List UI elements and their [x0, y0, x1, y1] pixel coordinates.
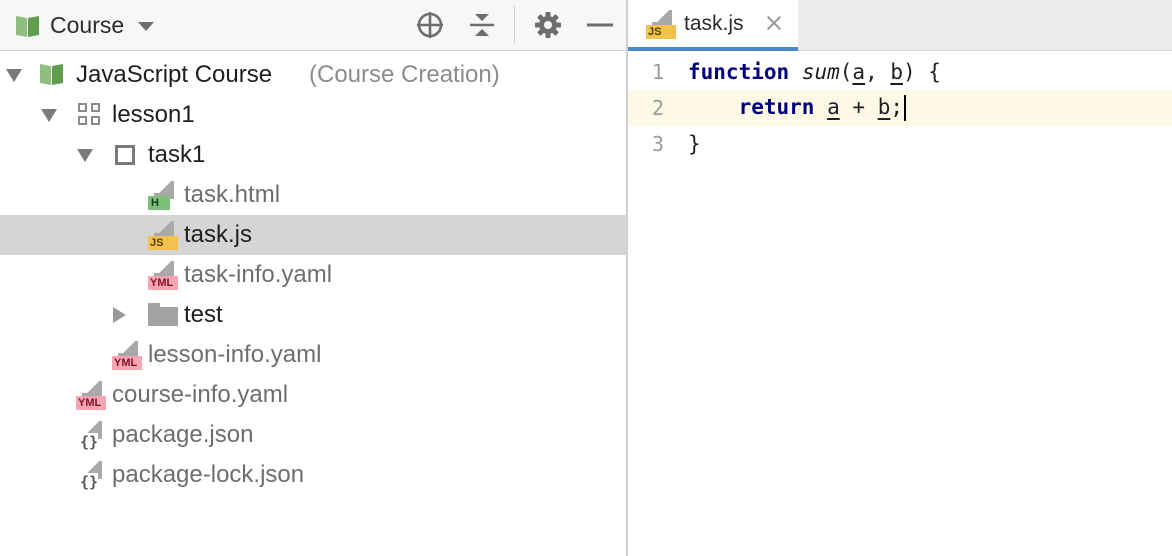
tree-node-task-js[interactable]: JS task.js: [0, 215, 626, 255]
js-file-icon: JS: [646, 10, 678, 40]
tree-node-lesson1[interactable]: lesson1: [0, 95, 626, 135]
text-cursor: [904, 95, 906, 121]
gear-icon: [535, 12, 561, 38]
tab-label: task.js: [684, 12, 744, 35]
expand-arrow-icon[interactable]: [113, 307, 126, 323]
expand-arrow-icon[interactable]: [41, 109, 57, 122]
tab-task-js[interactable]: JS task.js: [628, 0, 798, 51]
tree-node-task-html[interactable]: H task.html: [0, 175, 626, 215]
expand-arrow-icon[interactable]: [77, 149, 93, 162]
file-label: lesson-info.yaml: [148, 341, 322, 368]
json-file-icon: {}: [76, 461, 108, 491]
chevron-down-icon: [138, 22, 155, 31]
line-number: 2: [651, 96, 664, 120]
collapse-all-button[interactable]: [465, 8, 499, 42]
collapse-all-icon: [470, 14, 494, 36]
json-file-icon: {}: [76, 421, 108, 451]
close-icon[interactable]: [764, 12, 784, 34]
tree-node-task1[interactable]: task1: [0, 135, 626, 175]
tree-node-course[interactable]: JavaScript Course (Course Creation): [0, 55, 626, 95]
yaml-file-icon: YML: [112, 341, 144, 371]
file-label: package-lock.json: [112, 461, 305, 488]
hide-panel-button[interactable]: [583, 8, 617, 42]
code-line: 1 function sum(a, b) {: [628, 54, 1172, 90]
lesson-node-label: lesson1: [112, 101, 195, 128]
tree-node-course-info-yaml[interactable]: YML course-info.yaml: [0, 375, 626, 415]
line-number: 3: [651, 132, 664, 156]
file-label: task.html: [184, 181, 281, 208]
editor-area: JS task.js 1 function sum(a, b) { 2 retu…: [628, 0, 1172, 556]
tree-node-test-folder[interactable]: test: [0, 295, 626, 335]
lesson-grid-icon: [78, 103, 102, 127]
project-view-title: Course: [50, 12, 125, 38]
code-text: return a + b;: [688, 95, 906, 121]
expand-arrow-icon[interactable]: [6, 69, 22, 82]
code-text: function sum(a, b) {: [688, 60, 941, 84]
project-panel: Course JavaScript Course (Course Creatio…: [0, 0, 626, 556]
html-file-icon: H: [148, 181, 180, 211]
file-label: task.js: [184, 221, 253, 248]
settings-button[interactable]: [531, 8, 565, 42]
code-line-current: 2 return a + b;: [628, 90, 1172, 126]
editor-tab-bar: JS task.js: [628, 0, 1172, 51]
task-node-label: task1: [148, 141, 206, 168]
folder-icon: [148, 303, 178, 327]
locate-file-button[interactable]: [413, 8, 447, 42]
crosshair-icon: [417, 12, 443, 38]
tree-node-lesson-info-yaml[interactable]: YML lesson-info.yaml: [0, 335, 626, 375]
task-square-icon: [115, 145, 135, 165]
code-line: 3 }: [628, 126, 1172, 162]
js-file-icon: JS: [148, 221, 180, 251]
tree-node-package-json[interactable]: {} package.json: [0, 415, 626, 455]
project-view-selector[interactable]: Course: [16, 0, 155, 51]
course-node-mode: (Course Creation): [309, 61, 500, 88]
code-text: }: [688, 132, 701, 156]
folder-label: test: [184, 301, 223, 328]
course-book-icon: [40, 63, 64, 85]
file-label: course-info.yaml: [112, 381, 289, 408]
header-separator: [514, 6, 515, 44]
file-label: task-info.yaml: [184, 261, 333, 288]
minimize-icon: [587, 23, 613, 27]
course-node-label: JavaScript Course: [76, 61, 273, 88]
project-panel-header: Course: [0, 0, 626, 51]
tree-node-package-lock-json[interactable]: {} package-lock.json: [0, 455, 626, 495]
yaml-file-icon: YML: [148, 261, 180, 291]
file-label: package.json: [112, 421, 254, 448]
course-book-icon: [16, 15, 40, 37]
tree-node-task-info-yaml[interactable]: YML task-info.yaml: [0, 255, 626, 295]
yaml-file-icon: YML: [76, 381, 108, 411]
line-number: 1: [651, 60, 664, 84]
